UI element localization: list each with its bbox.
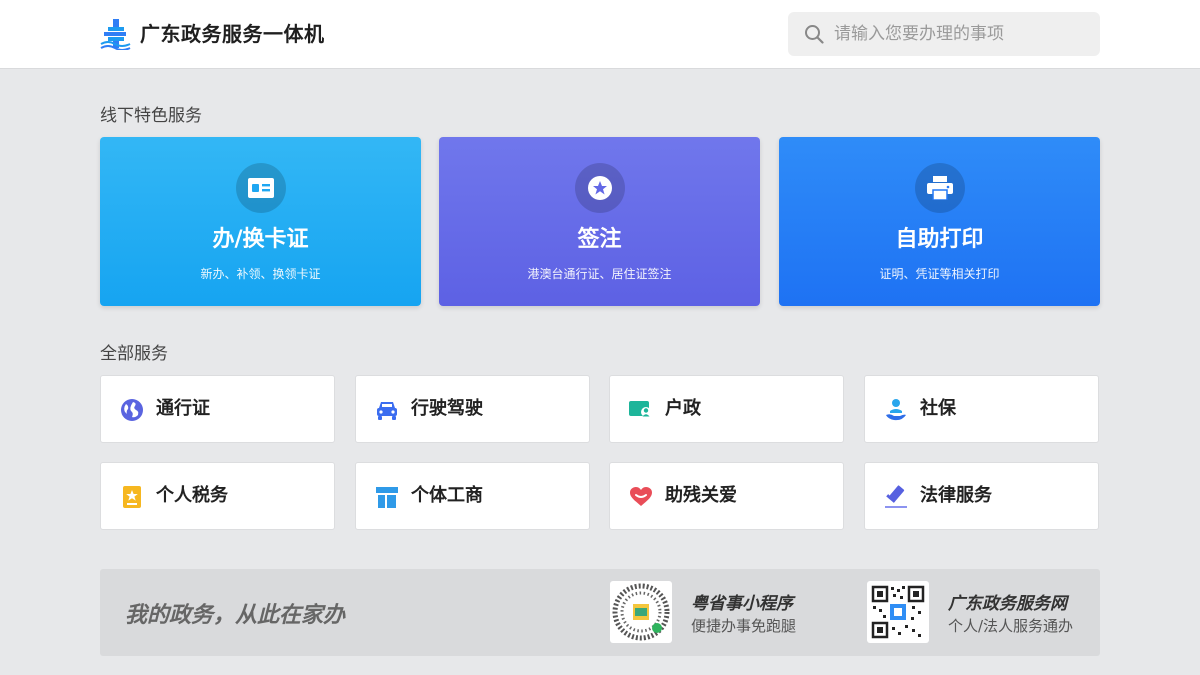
star-badge-icon bbox=[575, 163, 625, 213]
gavel-icon bbox=[885, 485, 907, 508]
social-security-icon bbox=[886, 399, 906, 421]
service-label: 个体工商 bbox=[411, 485, 483, 506]
service-business[interactable]: 个体工商 bbox=[355, 462, 590, 530]
card-title: 自助打印 bbox=[895, 227, 984, 252]
id-card-icon bbox=[236, 163, 286, 213]
card-title: 签注 bbox=[577, 227, 622, 252]
service-social-security[interactable]: 社保 bbox=[864, 375, 1099, 443]
card-subtitle: 港澳台通行证、居住证签注 bbox=[527, 267, 672, 281]
card-subtitle: 新办、补领、换领卡证 bbox=[200, 267, 321, 281]
service-legal[interactable]: 法律服务 bbox=[864, 462, 1099, 530]
car-icon bbox=[377, 402, 397, 420]
banner-slogan: 我的政务，从此在家办 bbox=[125, 603, 346, 628]
card-id-card[interactable]: 办/换卡证 新办、补领、换领卡证 bbox=[100, 137, 421, 306]
website-subtitle: 个人/法人服务通办 bbox=[948, 617, 1074, 635]
card-self-print[interactable]: 自助打印 证明、凭证等相关打印 bbox=[779, 137, 1100, 306]
heart-icon bbox=[630, 487, 652, 506]
mini-program-title: 粤省事小程序 bbox=[691, 594, 793, 614]
service-passport[interactable]: 通行证 bbox=[100, 375, 335, 443]
mini-program-subtitle: 便捷办事免跑腿 bbox=[691, 617, 797, 635]
top-header: 广东政务服务一体机 bbox=[0, 0, 1200, 69]
search-icon bbox=[805, 25, 824, 44]
service-label: 户政 bbox=[665, 398, 701, 419]
mini-program-qr-icon[interactable] bbox=[610, 581, 672, 643]
printer-icon bbox=[915, 163, 965, 213]
service-driving[interactable]: 行驶驾驶 bbox=[355, 375, 590, 443]
tax-icon bbox=[123, 486, 141, 508]
website-title: 广东政务服务网 bbox=[948, 594, 1067, 614]
card-endorsement[interactable]: 签注 港澳台通行证、居住证签注 bbox=[439, 137, 760, 306]
search-input[interactable] bbox=[834, 12, 1084, 56]
service-label: 通行证 bbox=[156, 398, 210, 419]
service-label: 社保 bbox=[920, 398, 956, 419]
service-label: 个人税务 bbox=[156, 485, 228, 506]
services-section-title: 全部服务 bbox=[100, 344, 168, 364]
featured-section-title: 线下特色服务 bbox=[100, 106, 202, 126]
app-title: 广东政务服务一体机 bbox=[140, 22, 325, 46]
service-label: 法律服务 bbox=[920, 485, 992, 506]
service-household[interactable]: 户政 bbox=[609, 375, 844, 443]
search-box[interactable] bbox=[788, 12, 1100, 56]
globe-icon bbox=[121, 399, 143, 421]
service-label: 行驶驾驶 bbox=[411, 398, 483, 419]
card-title: 办/换卡证 bbox=[212, 227, 309, 252]
website-qr-icon[interactable] bbox=[867, 581, 929, 643]
guangdong-logo-icon bbox=[100, 19, 131, 50]
bottom-banner: 我的政务，从此在家办 粤省事小程序 便捷办事免跑腿 广东政务服务网 个人/法人服… bbox=[100, 569, 1100, 656]
service-label: 助残关爱 bbox=[665, 485, 737, 506]
household-icon bbox=[629, 401, 651, 417]
service-personal-tax[interactable]: 个人税务 bbox=[100, 462, 335, 530]
storefront-icon bbox=[376, 487, 398, 508]
card-subtitle: 证明、凭证等相关打印 bbox=[879, 267, 1000, 281]
service-disability-care[interactable]: 助残关爱 bbox=[609, 462, 844, 530]
